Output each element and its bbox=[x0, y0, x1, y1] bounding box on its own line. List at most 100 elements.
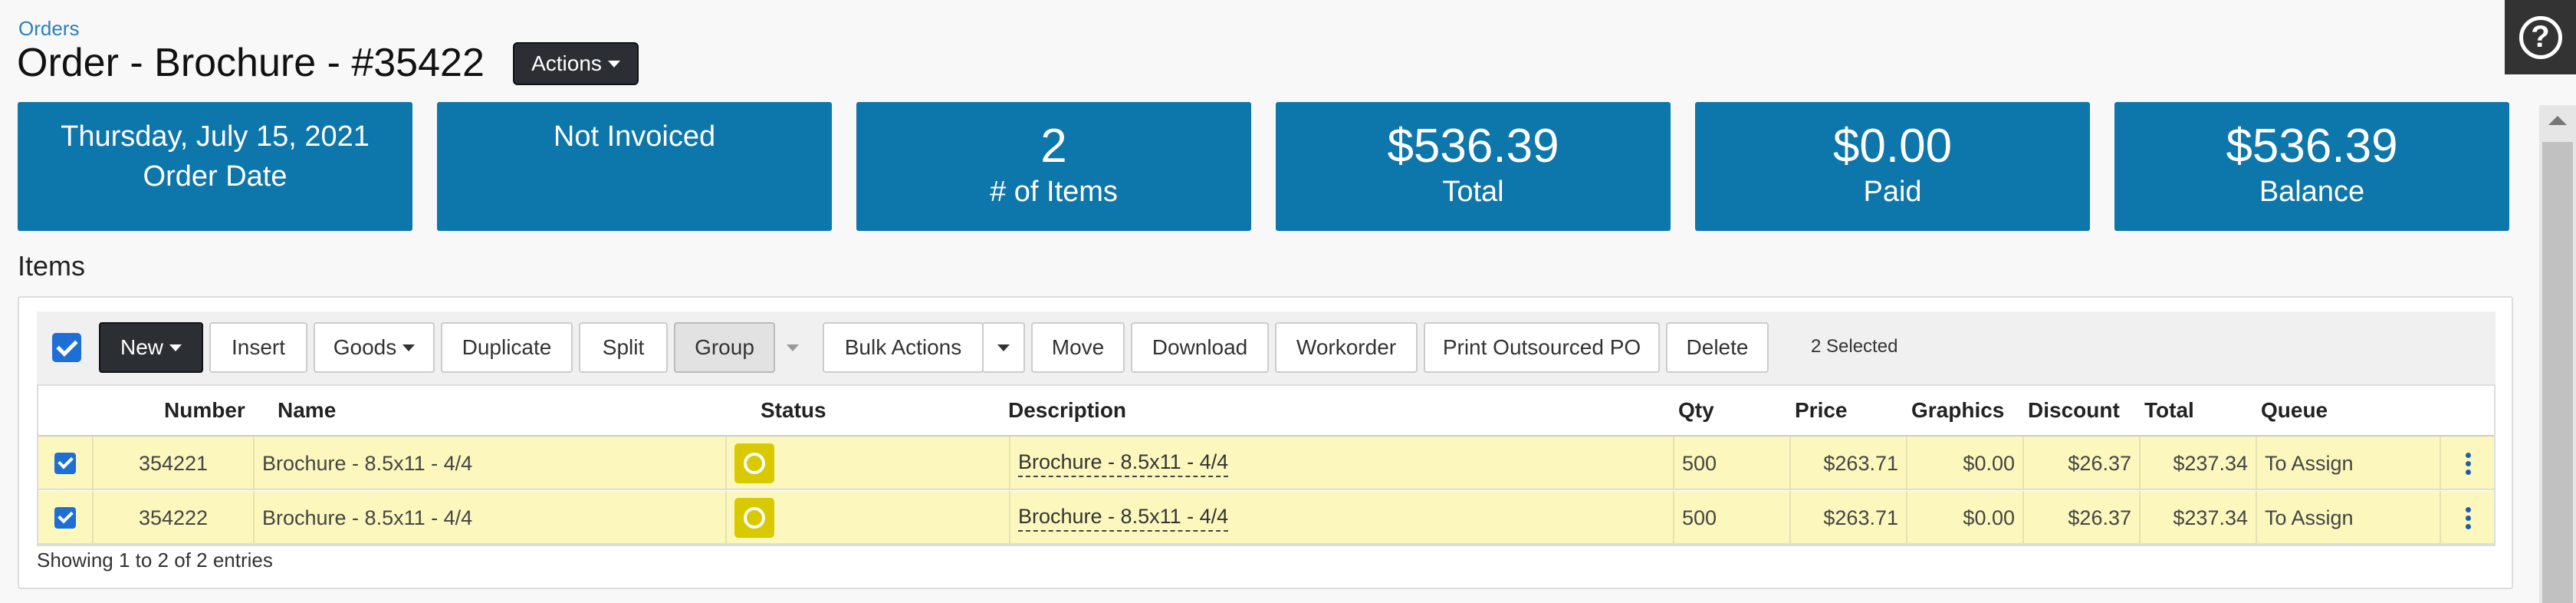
price-cell: $263.71 bbox=[1791, 437, 1907, 490]
row-menu-cell bbox=[2441, 437, 2496, 490]
caret-down-icon bbox=[607, 60, 620, 68]
caret-down-icon bbox=[402, 344, 416, 351]
items-count-label: # of Items bbox=[990, 176, 1118, 208]
column-header-graphics[interactable]: Graphics bbox=[1911, 398, 2004, 423]
number-cell: 354222 bbox=[94, 491, 255, 545]
name-cell: Brochure - 8.5x11 - 4/4 bbox=[255, 437, 727, 490]
description-cell: Brochure - 8.5x11 - 4/4 bbox=[1010, 491, 1674, 545]
total-label: Total bbox=[1442, 176, 1504, 208]
table-header: Number Name Status Description Qty Price… bbox=[38, 386, 2494, 437]
goods-label: Goods bbox=[333, 335, 397, 359]
group-dropdown-toggle[interactable] bbox=[775, 322, 810, 373]
row-checkbox[interactable] bbox=[54, 453, 76, 474]
column-header-name[interactable]: Name bbox=[278, 398, 336, 423]
row-checkbox-cell bbox=[38, 491, 94, 545]
column-header-queue[interactable]: Queue bbox=[2261, 398, 2328, 423]
order-date-value: Thursday, July 15, 2021 bbox=[61, 120, 370, 153]
paid-label: Paid bbox=[1863, 176, 1922, 208]
move-button[interactable]: Move bbox=[1031, 322, 1125, 373]
price-cell: $263.71 bbox=[1791, 491, 1907, 545]
new-button[interactable]: New bbox=[99, 322, 203, 373]
duplicate-button[interactable]: Duplicate bbox=[441, 322, 573, 373]
total-card: $536.39 Total bbox=[1276, 102, 1671, 231]
bulk-actions-button[interactable]: Bulk Actions bbox=[823, 322, 984, 373]
queue-cell: To Assign bbox=[2257, 491, 2441, 545]
total-value: $536.39 bbox=[1387, 120, 1559, 173]
status-cell bbox=[727, 437, 1010, 490]
paid-value: $0.00 bbox=[1832, 120, 1953, 173]
actions-label: Actions bbox=[531, 51, 602, 75]
print-outsourced-po-button[interactable]: Print Outsourced PO bbox=[1424, 322, 1660, 373]
scrollbar[interactable] bbox=[2539, 105, 2576, 603]
balance-label: Balance bbox=[2259, 176, 2365, 208]
graphics-cell: $0.00 bbox=[1907, 437, 2024, 490]
items-count-card: 2 # of Items bbox=[856, 102, 1251, 231]
invoice-status-card: Not Invoiced bbox=[437, 102, 832, 231]
items-panel: New Insert Goods Duplicate Split Group B… bbox=[18, 296, 2513, 589]
column-header-total[interactable]: Total bbox=[2144, 398, 2194, 423]
actions-button[interactable]: Actions bbox=[513, 42, 639, 85]
insert-button[interactable]: Insert bbox=[209, 322, 307, 373]
split-button[interactable]: Split bbox=[579, 322, 668, 373]
balance-value: $536.39 bbox=[2226, 120, 2398, 173]
row-checkbox-cell bbox=[38, 437, 94, 490]
number-cell: 354221 bbox=[94, 437, 255, 490]
bulk-actions-dropdown-toggle[interactable] bbox=[982, 322, 1025, 373]
column-header-number[interactable]: Number bbox=[164, 398, 245, 423]
discount-cell: $26.37 bbox=[2024, 491, 2141, 545]
caret-down-icon bbox=[787, 344, 799, 351]
status-indicator-icon[interactable] bbox=[734, 498, 774, 538]
question-icon: ? bbox=[2518, 15, 2562, 59]
scroll-thumb[interactable] bbox=[2542, 142, 2573, 603]
goods-button[interactable]: Goods bbox=[314, 322, 435, 373]
description-link[interactable]: Brochure - 8.5x11 - 4/4 bbox=[1018, 505, 1229, 532]
breadcrumb-orders[interactable]: Orders bbox=[18, 17, 79, 41]
group-button[interactable]: Group bbox=[674, 322, 775, 373]
column-header-description[interactable]: Description bbox=[1008, 398, 1126, 423]
paid-card: $0.00 Paid bbox=[1695, 102, 2090, 231]
help-button[interactable]: ? bbox=[2505, 0, 2576, 74]
row-checkbox[interactable] bbox=[54, 507, 76, 529]
items-count-value: 2 bbox=[1040, 120, 1067, 173]
status-indicator-icon[interactable] bbox=[734, 443, 774, 483]
graphics-cell: $0.00 bbox=[1907, 491, 2024, 545]
order-date-card: Thursday, July 15, 2021 Order Date bbox=[18, 102, 412, 231]
items-toolbar: New Insert Goods Duplicate Split Group B… bbox=[37, 311, 2496, 385]
items-table: Number Name Status Description Qty Price… bbox=[37, 384, 2496, 546]
column-header-status[interactable]: Status bbox=[761, 398, 826, 423]
total-cell: $237.34 bbox=[2141, 491, 2257, 545]
table-row[interactable]: 354222 Brochure - 8.5x11 - 4/4 Brochure … bbox=[38, 491, 2494, 545]
caret-down-icon bbox=[997, 344, 1010, 351]
name-cell: Brochure - 8.5x11 - 4/4 bbox=[255, 491, 727, 545]
column-header-qty[interactable]: Qty bbox=[1678, 398, 1714, 423]
balance-card: $536.39 Balance bbox=[2114, 102, 2509, 231]
status-cell bbox=[727, 491, 1010, 545]
table-row[interactable]: 354221 Brochure - 8.5x11 - 4/4 Brochure … bbox=[38, 437, 2494, 490]
column-header-price[interactable]: Price bbox=[1795, 398, 1848, 423]
discount-cell: $26.37 bbox=[2024, 437, 2141, 490]
caret-down-icon bbox=[169, 344, 182, 351]
description-link[interactable]: Brochure - 8.5x11 - 4/4 bbox=[1018, 450, 1229, 477]
invoice-status-value: Not Invoiced bbox=[553, 120, 716, 153]
order-date-label: Order Date bbox=[143, 160, 288, 193]
kebab-menu-icon[interactable] bbox=[2466, 452, 2471, 475]
queue-cell: To Assign bbox=[2257, 437, 2441, 490]
table-info: Showing 1 to 2 of 2 entries bbox=[37, 549, 273, 572]
kebab-menu-icon[interactable] bbox=[2466, 506, 2471, 529]
select-all-checkbox[interactable] bbox=[52, 333, 81, 362]
items-heading: Items bbox=[18, 250, 86, 282]
selected-count: 2 Selected bbox=[1811, 336, 1898, 357]
total-cell: $237.34 bbox=[2141, 437, 2257, 490]
page-title: Order - Brochure - #35422 bbox=[17, 41, 485, 85]
workorder-button[interactable]: Workorder bbox=[1275, 322, 1418, 373]
scroll-up-arrow-icon[interactable] bbox=[2548, 116, 2567, 125]
row-menu-cell bbox=[2441, 491, 2496, 545]
summary-cards: Thursday, July 15, 2021 Order Date Not I… bbox=[18, 102, 2513, 231]
description-cell: Brochure - 8.5x11 - 4/4 bbox=[1010, 437, 1674, 490]
download-button[interactable]: Download bbox=[1131, 322, 1269, 373]
new-label: New bbox=[120, 335, 163, 359]
qty-cell: 500 bbox=[1674, 437, 1791, 490]
column-header-discount[interactable]: Discount bbox=[2028, 398, 2120, 423]
qty-cell: 500 bbox=[1674, 491, 1791, 545]
delete-button[interactable]: Delete bbox=[1666, 322, 1769, 373]
